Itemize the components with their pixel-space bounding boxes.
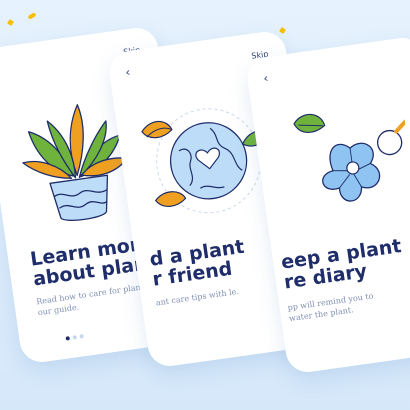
page-dot: [72, 335, 77, 340]
magnifier-icon: [376, 117, 409, 156]
confetti-square: [279, 27, 286, 34]
page-indicator: [65, 334, 84, 341]
page-dot-active: [65, 336, 71, 341]
onboarding-stage: Skip Learn more about plants Read how to…: [0, 0, 410, 410]
page-dot: [79, 334, 84, 339]
confetti-fleck: [27, 12, 37, 20]
blue-flower-icon: [293, 113, 409, 202]
back-button[interactable]: ‹: [125, 65, 132, 80]
back-button[interactable]: ‹: [263, 71, 270, 86]
confetti-square: [7, 19, 14, 26]
screen-description: pp will remind you to water the plant.: [287, 291, 374, 324]
